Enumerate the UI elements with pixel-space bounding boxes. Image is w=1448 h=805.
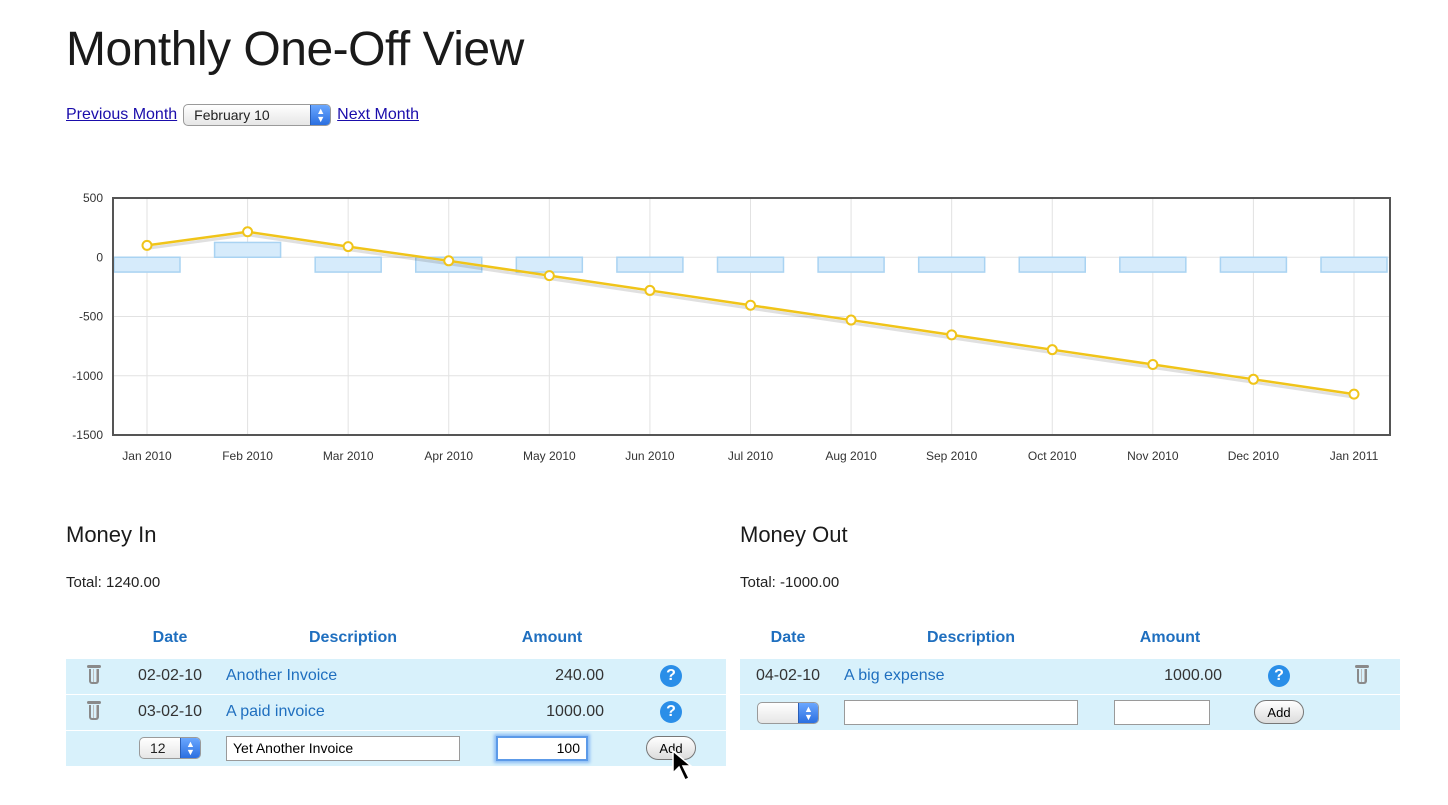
day-select[interactable]: ▲ ▼ [757,702,819,725]
column-header-description: Description [308,628,397,646]
money-out-title: Money Out [740,522,848,547]
chart-bar [515,256,584,273]
row-date: 03-02-10 [122,693,218,730]
column-header-date: Date [770,628,806,646]
month-select-value: February 10 [194,107,270,123]
x-tick-label: May 2010 [523,449,576,463]
day-select[interactable]: 12 ▲ ▼ [139,737,201,760]
column-header-amount: Amount [1139,628,1201,646]
x-tick-label: Sep 2010 [926,449,978,463]
line-point [1046,344,1058,356]
column-header-amount: Amount [521,628,583,646]
line-point [946,329,958,341]
description-input[interactable] [226,735,460,761]
day-select-value: 12 [150,740,166,757]
money-out-total: Total: -1000.00 [740,574,840,591]
money-in-table: Date Description Amount 02-02-10 Another… [66,618,726,766]
money-in-title: Money In [66,522,157,547]
y-tick-label: 0 [96,250,103,264]
chart-bar [1320,256,1388,273]
page-title: Monthly One-Off View [66,23,524,76]
chart-bar [716,256,785,273]
line-point [1147,358,1159,370]
balance-chart: 500 0 -500 -1000 -1500 Jan 2010 Feb 2010 Mar 20… [72,191,1391,463]
chart-bar [1219,256,1288,273]
x-tick-label: Feb 2010 [222,449,273,463]
select-arrows-icon: ▲ ▼ [798,703,818,724]
line-point [845,314,857,326]
line-point [1247,373,1259,385]
x-tick-label: Jul 2010 [728,449,774,463]
line-point [141,239,153,251]
row-description: A big expense [836,657,1106,694]
x-tick-label: Jan 2010 [122,449,172,463]
line-point [443,255,455,267]
mouse-pointer-icon [672,749,694,782]
line-point [543,270,555,282]
y-tick-label: -500 [79,310,103,324]
row-date: 04-02-10 [740,657,836,694]
help-icon[interactable]: ? [660,701,682,723]
select-arrows-icon: ▲ ▼ [180,738,200,759]
money-out-table: Date Description Amount 04-02-10 A big e… [740,618,1400,730]
trash-icon[interactable] [87,664,101,684]
add-button[interactable]: Add [1254,700,1304,725]
chart-bar [817,256,885,273]
trash-icon[interactable] [87,700,101,720]
x-tick-label: Mar 2010 [323,449,374,463]
x-tick-label: Aug 2010 [825,449,877,463]
x-tick-label: Nov 2010 [1127,449,1179,463]
description-input[interactable] [844,699,1078,725]
month-navigation: Previous Month February 10 ▲ ▼ Next Month [66,104,419,126]
table-row: 04-02-10 A big expense 1000.00 ? [740,657,1400,694]
line-point [242,226,254,238]
row-description: A paid invoice [218,693,488,730]
month-select[interactable]: February 10 ▲ ▼ [183,104,332,126]
chart-bar [314,256,382,273]
chart-bar [213,241,282,258]
column-header-description: Description [926,628,1015,646]
row-amount: 1000.00 [488,693,616,730]
trash-icon[interactable] [1355,664,1369,684]
line-point [342,241,354,253]
y-tick-label: -1000 [72,369,103,383]
y-tick-label: -1500 [72,428,103,442]
line-point [1348,388,1360,400]
table-row: 03-02-10 A paid invoice 1000.00 ? [66,693,726,730]
help-icon[interactable]: ? [1268,665,1290,687]
x-tick-label: Jun 2010 [625,449,675,463]
row-date: 02-02-10 [122,657,218,694]
x-tick-label: Dec 2010 [1228,449,1280,463]
previous-month-link[interactable]: Previous Month [66,106,177,124]
money-in-header-row: Date Description Amount [66,618,726,658]
amount-input[interactable] [1114,699,1210,725]
x-tick-label: Jan 2011 [1330,449,1379,463]
chart-bar [113,256,181,273]
new-entry-row: 12 ▲▼ Add [66,729,726,766]
column-header-date: Date [152,628,188,646]
chart-bar [1018,256,1086,273]
y-tick-label: 500 [83,191,103,205]
amount-input[interactable] [496,735,588,761]
row-amount: 1000.00 [1106,657,1234,694]
line-point [745,299,756,311]
chart-bar [1119,256,1187,273]
new-entry-row: ▲ ▼ Add [740,693,1400,730]
x-tick-label: Oct 2010 [1028,449,1077,463]
select-arrows-icon: ▲ ▼ [310,105,331,125]
line-point [644,284,656,296]
row-amount: 240.00 [488,657,616,694]
money-in-total: Total: 1240.00 [66,574,161,591]
table-row: 02-02-10 Another Invoice 240.00 ? [66,657,726,694]
money-out-header-row: Date Description Amount [740,618,1400,658]
x-tick-label: Apr 2010 [424,449,473,463]
next-month-link[interactable]: Next Month [337,106,419,124]
chart-bar [917,256,986,273]
help-icon[interactable]: ? [660,665,682,687]
row-description: Another Invoice [218,657,488,694]
chart-bar [616,256,684,273]
